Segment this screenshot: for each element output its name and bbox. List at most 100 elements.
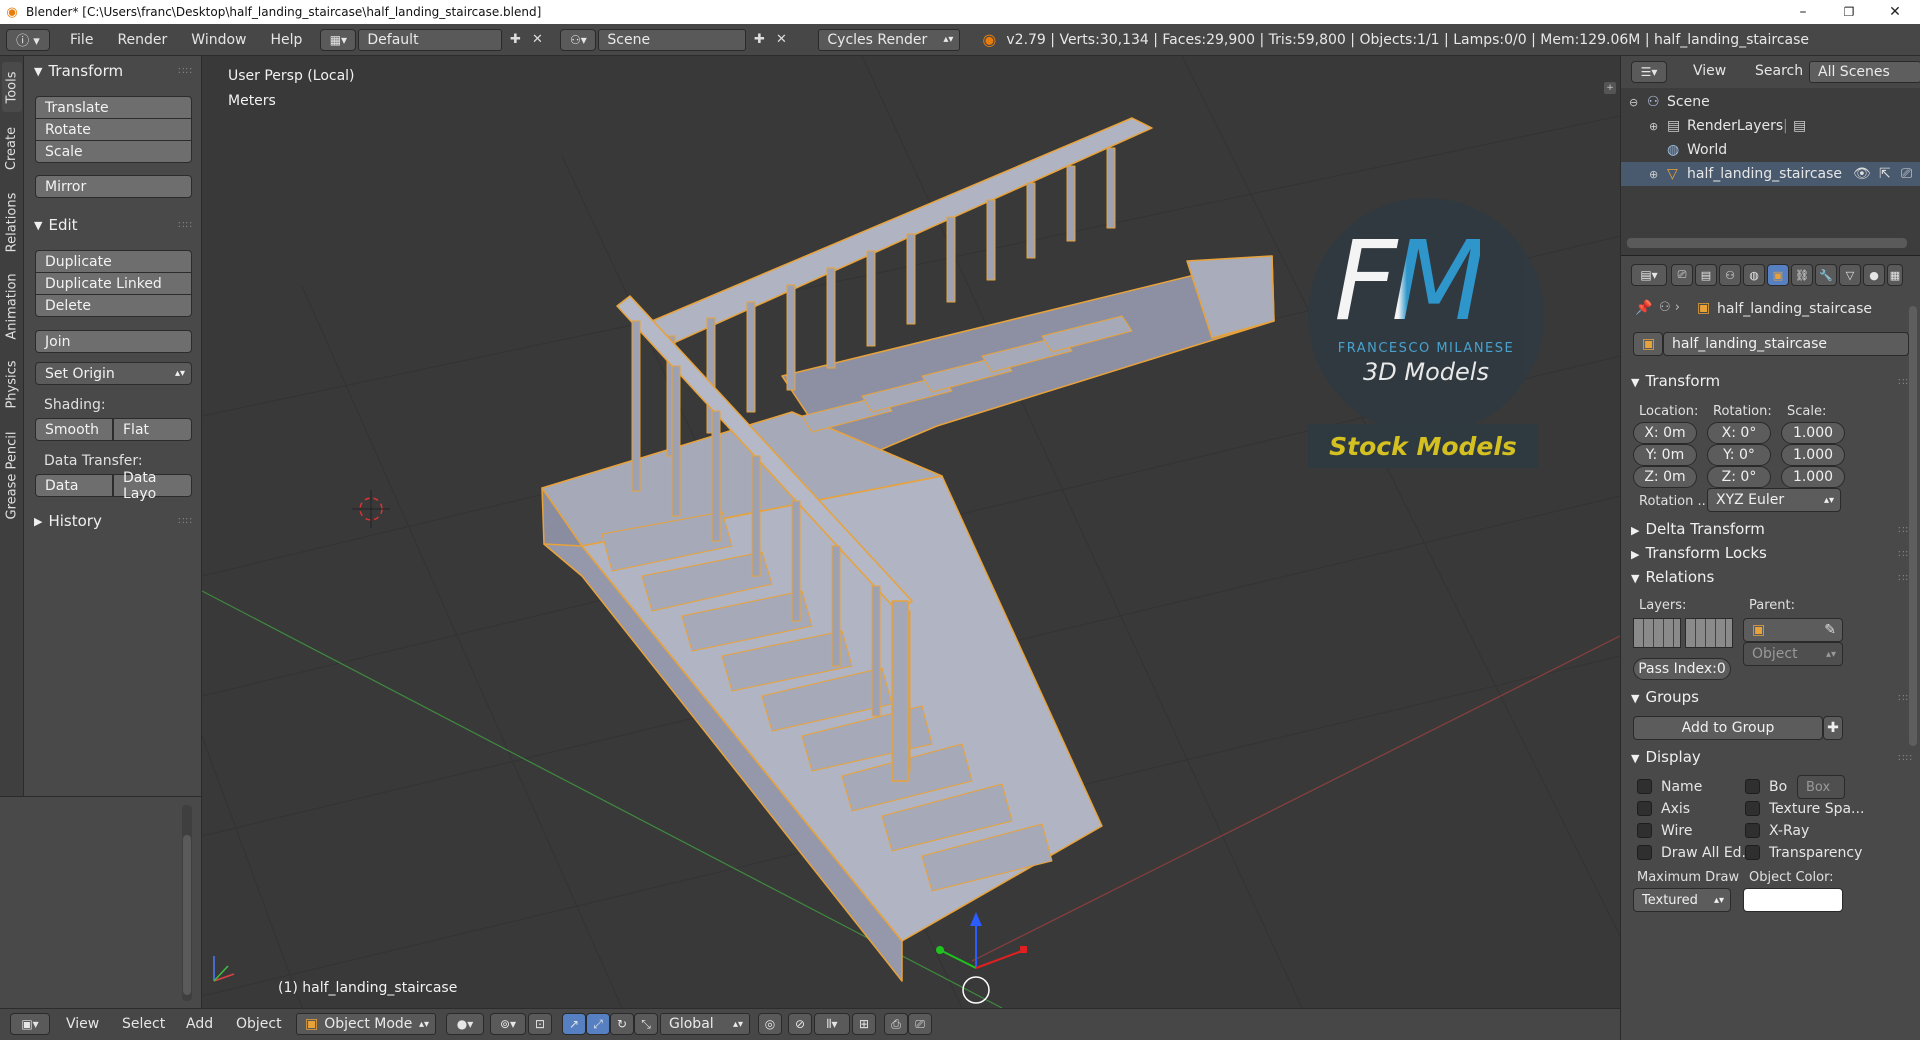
- renderlayer-toggle-icon[interactable]: ▤: [1793, 118, 1806, 134]
- layers-icon[interactable]: ◎: [758, 1013, 782, 1035]
- panel-grip-icon[interactable]: ∷∷: [1898, 753, 1913, 764]
- display-bounds-checkbox[interactable]: [1745, 779, 1760, 794]
- operator-scrollbar[interactable]: [182, 805, 192, 1001]
- scale-y-field[interactable]: 1.000: [1781, 444, 1845, 466]
- delete-button[interactable]: Delete: [35, 294, 192, 317]
- join-button[interactable]: Join: [35, 330, 192, 353]
- location-y-field[interactable]: Y: 0m: [1633, 444, 1697, 466]
- add-scene-icon[interactable]: ✚: [748, 29, 770, 51]
- outliner-row-renderlayers[interactable]: ⊕ ▤ RenderLayers | ▤: [1621, 114, 1920, 138]
- outliner-filter-select[interactable]: All Scenes: [1809, 61, 1920, 83]
- minimize-button[interactable]: –: [1780, 0, 1826, 24]
- viewport-shading-icon[interactable]: ●▾: [446, 1013, 484, 1035]
- texture-tab-icon[interactable]: ▦: [1887, 264, 1903, 286]
- tab-physics[interactable]: Physics: [2, 352, 22, 416]
- display-wire-checkbox[interactable]: [1637, 823, 1652, 838]
- groups-header[interactable]: ▼ Groups: [1631, 688, 1699, 706]
- 3d-viewport[interactable]: FM FRANCESCO MILANESE 3D Models Stock Mo…: [202, 56, 1620, 1008]
- outliner-row-object[interactable]: ⊕ ▽ half_landing_staircase 👁 ⇱ ⎚: [1621, 162, 1920, 186]
- menu-render[interactable]: Render: [105, 32, 179, 48]
- maximize-button[interactable]: ❐: [1826, 0, 1872, 24]
- edit-panel-header[interactable]: ▼ Edit: [34, 216, 78, 234]
- rotation-x-field[interactable]: X: 0°: [1707, 422, 1771, 444]
- staircase-model[interactable]: [541, 117, 1275, 982]
- properties-scrollbar[interactable]: [1909, 306, 1917, 746]
- menu-view[interactable]: View: [54, 1016, 111, 1032]
- remove-layout-icon[interactable]: ✕: [526, 29, 548, 51]
- render-engine-select[interactable]: Cycles Render ▴▾: [818, 28, 961, 51]
- parent-type-select[interactable]: Object ▴▾: [1743, 642, 1843, 666]
- transform-manipulator[interactable]: [936, 912, 1027, 1004]
- parent-field[interactable]: ▣ ✎: [1743, 618, 1843, 642]
- panel-grip-icon[interactable]: ∷∷: [178, 66, 193, 77]
- screen-layout-field[interactable]: Default: [358, 28, 503, 51]
- manipulator-toggle-icon[interactable]: ⊡: [528, 1013, 552, 1035]
- expand-icon[interactable]: ⊕: [1649, 168, 1658, 181]
- remove-scene-icon[interactable]: ✕: [770, 29, 792, 51]
- snap-element-icon[interactable]: ⫴▾: [814, 1013, 850, 1035]
- delta-transform-header[interactable]: ▶ Delta Transform: [1631, 520, 1765, 538]
- transform-locks-header[interactable]: ▶ Transform Locks: [1631, 544, 1767, 562]
- renderable-camera-icon[interactable]: ⎚: [1901, 166, 1912, 182]
- add-layout-icon[interactable]: ✚: [504, 29, 526, 51]
- bounds-type-select[interactable]: Box: [1797, 775, 1845, 799]
- editor-type-outliner-icon[interactable]: ☰▾: [1631, 61, 1667, 83]
- mirror-button[interactable]: Mirror: [35, 175, 192, 198]
- history-panel-header[interactable]: ▶ History: [34, 512, 102, 530]
- object-datablock-icon[interactable]: ▣: [1633, 332, 1663, 356]
- tab-animation[interactable]: Animation: [2, 264, 22, 348]
- editor-type-properties-icon[interactable]: ▤▾: [1631, 264, 1667, 286]
- expand-icon[interactable]: ⊕: [1649, 120, 1658, 133]
- render-icon[interactable]: ⎙: [884, 1013, 908, 1035]
- display-header[interactable]: ▼ Display: [1631, 748, 1701, 766]
- close-button[interactable]: ✕: [1872, 0, 1918, 24]
- screen-layout-icon[interactable]: ▦▾: [320, 28, 357, 51]
- scene-tab-icon[interactable]: ⚇: [1719, 264, 1741, 286]
- world-tab-icon[interactable]: ◍: [1743, 264, 1765, 286]
- outliner-row-world[interactable]: ◍ World: [1621, 138, 1920, 162]
- scrollbar-thumb[interactable]: [183, 835, 191, 995]
- scene-icon[interactable]: ⚇▾: [560, 28, 597, 51]
- modifiers-tab-icon[interactable]: 🔧: [1815, 264, 1837, 286]
- scale-manipulator-icon[interactable]: ⤡: [634, 1013, 658, 1035]
- tab-grease-pencil[interactable]: Grease Pencil: [2, 420, 22, 530]
- scale-z-field[interactable]: 1.000: [1781, 466, 1845, 488]
- menu-window[interactable]: Window: [179, 32, 258, 48]
- snap-target-icon[interactable]: ⊞: [852, 1013, 876, 1035]
- object-color-swatch[interactable]: [1743, 888, 1843, 912]
- object-tab-icon[interactable]: ▣: [1767, 264, 1789, 286]
- add-to-group-button[interactable]: Add to Group: [1633, 716, 1823, 740]
- mode-select[interactable]: ▣ Object Mode ▴▾: [296, 1013, 436, 1035]
- rotation-mode-select[interactable]: XYZ Euler ▴▾: [1707, 488, 1841, 512]
- display-xray-checkbox[interactable]: [1745, 823, 1760, 838]
- layer-grid-a[interactable]: [1633, 618, 1681, 648]
- panel-grip-icon[interactable]: ∷∷: [178, 516, 193, 527]
- pivot-point-icon[interactable]: ⊚▾: [490, 1013, 526, 1035]
- translate-manipulator-icon[interactable]: ↗: [562, 1013, 586, 1035]
- menu-select[interactable]: Select: [110, 1016, 177, 1032]
- new-group-icon[interactable]: ✚: [1823, 716, 1843, 740]
- layer-grid-b[interactable]: [1685, 618, 1733, 648]
- location-x-field[interactable]: X: 0m: [1633, 422, 1697, 444]
- transform-section-header[interactable]: ▼ Transform: [1631, 372, 1720, 390]
- tab-relations[interactable]: Relations: [2, 184, 22, 260]
- menu-object[interactable]: Object: [224, 1016, 294, 1032]
- rotate-manipulator-icon[interactable]: ↻: [610, 1013, 634, 1035]
- object-name-field[interactable]: half_landing_staircase: [1663, 332, 1909, 356]
- 3d-cursor-icon[interactable]: [352, 490, 390, 528]
- scene-field[interactable]: Scene: [598, 28, 747, 51]
- outliner-view-menu[interactable]: View: [1681, 63, 1738, 79]
- duplicate-button[interactable]: Duplicate: [35, 250, 192, 273]
- transform-panel-header[interactable]: ▼ Transform: [34, 62, 123, 80]
- outliner-search-menu[interactable]: Search: [1743, 63, 1815, 79]
- location-z-field[interactable]: Z: 0m: [1633, 466, 1697, 488]
- move-manipulator-icon[interactable]: ⤢: [586, 1013, 610, 1035]
- collapse-icon[interactable]: ⊖: [1629, 96, 1638, 109]
- data-layout-button[interactable]: Data Layo: [113, 470, 192, 502]
- outliner-hscroll[interactable]: [1627, 238, 1907, 248]
- viewport-expand-icon[interactable]: +: [1604, 82, 1616, 94]
- duplicate-linked-button[interactable]: Duplicate Linked: [35, 272, 192, 295]
- tab-create[interactable]: Create: [2, 116, 22, 180]
- layers-tab-icon[interactable]: ▤: [1695, 264, 1717, 286]
- data-tab-icon[interactable]: ▽: [1839, 264, 1861, 286]
